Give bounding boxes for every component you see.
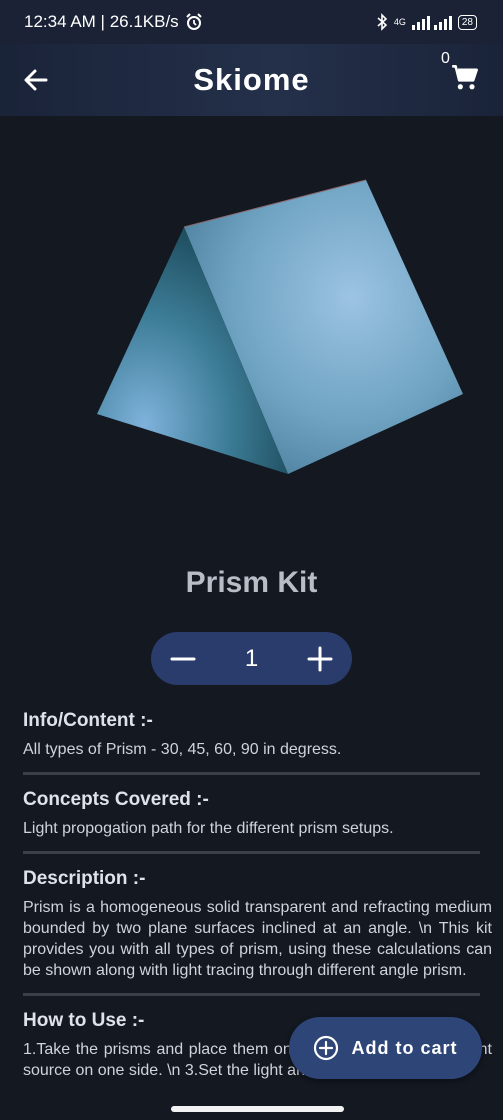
product-name: Prism Kit: [185, 566, 318, 599]
cart-count-badge: 0: [441, 50, 450, 67]
battery-level: 28: [461, 16, 473, 28]
status-bar: 12:34 AM | 26.1KB/s 4G 28: [0, 0, 503, 44]
back-arrow-icon: [24, 69, 48, 91]
increment-button[interactable]: [304, 643, 336, 675]
section-body: All types of Prism - 30, 45, 60, 90 in d…: [23, 741, 342, 758]
network-type: 4G: [393, 17, 406, 27]
add-to-cart-button[interactable]: Add to cart: [289, 1017, 482, 1079]
product-image: [0, 116, 503, 556]
back-button[interactable]: [20, 64, 52, 96]
app-bar: Skiome 0: [0, 44, 503, 116]
decrement-button[interactable]: [167, 643, 199, 675]
section-body: Light propogation path for the different…: [23, 820, 394, 837]
status-time-speed: 12:34 AM | 26.1KB/s: [24, 12, 179, 31]
add-circle-icon: [314, 1035, 339, 1061]
alarm-icon: [185, 13, 202, 30]
minus-icon: [170, 657, 196, 660]
cart-button[interactable]: 0: [441, 50, 485, 98]
plus-icon: [307, 646, 333, 671]
bluetooth-icon: [377, 13, 388, 31]
cart-icon: [452, 65, 478, 90]
app-title: Skiome: [193, 62, 310, 97]
section-title: Description :-: [23, 868, 146, 889]
section-body: Prism is a homogeneous solid transparent…: [23, 899, 492, 979]
section-title: Concepts Covered :-: [23, 789, 209, 810]
status-left: 12:34 AM | 26.1KB/s: [24, 12, 203, 32]
home-indicator[interactable]: [171, 1106, 344, 1112]
status-right: 4G 28: [376, 13, 477, 31]
quantity-value: 1: [244, 644, 259, 672]
quantity-stepper: 1: [151, 632, 352, 685]
section-description: Description :- Prism is a homogeneous so…: [23, 868, 492, 996]
section-concepts-covered: Concepts Covered :- Light propogation pa…: [23, 789, 480, 854]
battery-icon: 28: [457, 14, 477, 30]
section-info-content: Info/Content :- All types of Prism - 30,…: [23, 710, 480, 775]
prism-image: [97, 179, 463, 474]
section-title: Info/Content :-: [23, 710, 153, 731]
signal-icon: [411, 16, 452, 30]
add-to-cart-label: Add to cart: [351, 1037, 458, 1058]
